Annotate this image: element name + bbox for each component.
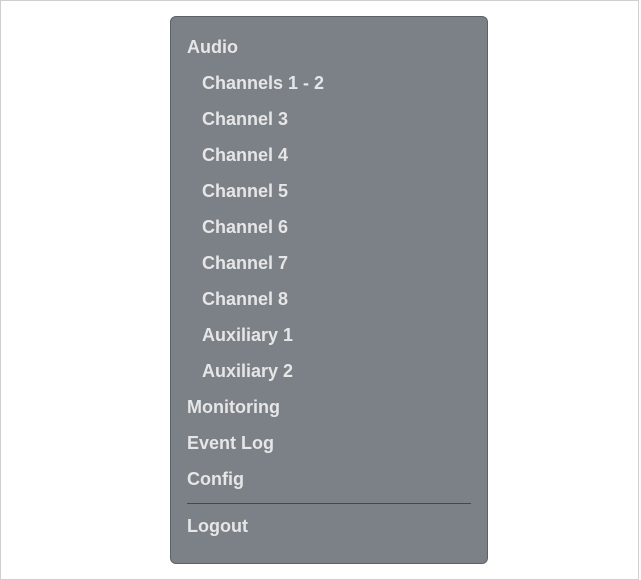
menu-item-channel-7[interactable]: Channel 7: [171, 250, 487, 286]
menu-item-channel-6[interactable]: Channel 6: [171, 214, 487, 250]
menu-list-footer: Logout: [171, 513, 487, 549]
menu-list: Audio Channels 1 - 2 Channel 3 Channel 4…: [171, 34, 487, 502]
menu-item-config[interactable]: Config: [171, 466, 487, 502]
menu-item-channel-5[interactable]: Channel 5: [171, 178, 487, 214]
menu-item-auxiliary-2[interactable]: Auxiliary 2: [171, 358, 487, 394]
menu-item-channel-3[interactable]: Channel 3: [171, 106, 487, 142]
menu-item-audio[interactable]: Audio: [171, 34, 487, 70]
menu-item-logout[interactable]: Logout: [171, 513, 487, 549]
menu-item-channel-8[interactable]: Channel 8: [171, 286, 487, 322]
menu-divider: [187, 503, 471, 504]
menu-item-monitoring[interactable]: Monitoring: [171, 394, 487, 430]
menu-item-channel-4[interactable]: Channel 4: [171, 142, 487, 178]
menu-item-auxiliary-1[interactable]: Auxiliary 1: [171, 322, 487, 358]
menu-item-channels-1-2[interactable]: Channels 1 - 2: [171, 70, 487, 106]
menu-item-event-log[interactable]: Event Log: [171, 430, 487, 466]
navigation-menu: Audio Channels 1 - 2 Channel 3 Channel 4…: [170, 16, 488, 564]
